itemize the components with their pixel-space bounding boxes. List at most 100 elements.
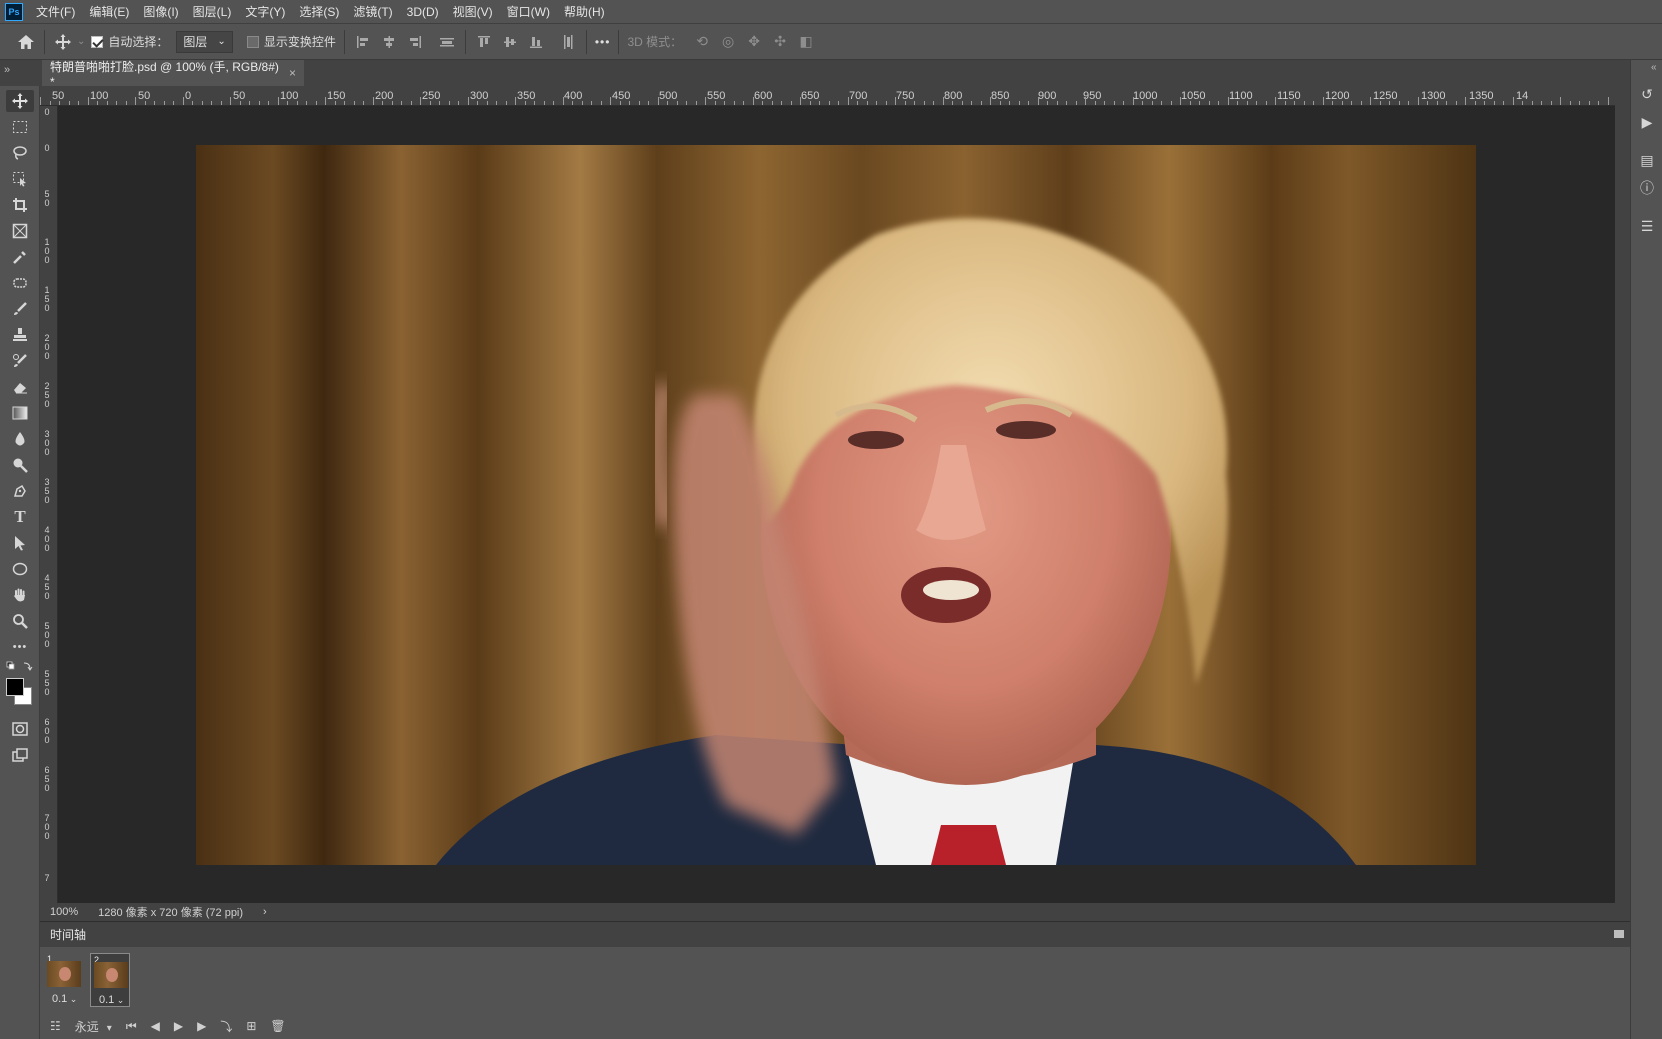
play-icon[interactable]: ▶ — [174, 1019, 183, 1033]
menu-layer[interactable]: 图层(L) — [186, 0, 239, 24]
type-icon[interactable]: T — [6, 506, 34, 528]
3d-orbit-icon[interactable]: ⟲ — [692, 29, 712, 55]
eraser-icon[interactable] — [6, 376, 34, 398]
expand-panels-icon[interactable]: « — [1651, 62, 1657, 73]
properties-icon[interactable]: ☰ — [1637, 216, 1657, 236]
stamp-icon[interactable] — [6, 324, 34, 346]
panel-menu-icon[interactable] — [1614, 930, 1624, 938]
3d-roll-icon[interactable]: ◎ — [718, 29, 738, 55]
convert-timeline-icon[interactable]: ☷ — [50, 1019, 61, 1033]
info-icon[interactable]: ⓘ — [1637, 178, 1657, 198]
ruler-tick — [876, 101, 877, 105]
auto-select-checkbox[interactable] — [91, 35, 104, 48]
blur-icon[interactable] — [6, 428, 34, 450]
menu-filter[interactable]: 滤镜(T) — [346, 0, 399, 24]
ellipse-icon[interactable] — [6, 558, 34, 580]
ruler-v-label: 7 0 0 — [44, 813, 50, 841]
ruler-tick — [40, 97, 41, 105]
swap-colors-icon[interactable] — [6, 660, 34, 674]
3d-slide-icon[interactable]: ✣ — [770, 29, 790, 55]
menu-window[interactable]: 窗口(W) — [500, 0, 557, 24]
close-icon[interactable]: × — [289, 66, 296, 80]
show-transform-checkbox[interactable] — [246, 35, 259, 48]
screen-mode-icon[interactable] — [6, 744, 34, 766]
first-frame-icon[interactable]: ⏮ — [126, 1019, 137, 1034]
delete-frame-icon[interactable]: 🗑 — [270, 1019, 285, 1033]
chevron-down-icon[interactable]: ⌄ — [77, 36, 85, 47]
auto-select-target-dropdown[interactable]: 图层 ⌄ — [176, 30, 233, 53]
zoom-icon[interactable] — [6, 610, 34, 632]
brush-icon[interactable] — [6, 298, 34, 320]
ruler-v-label: 5 0 0 — [44, 621, 50, 649]
align-middle-v-icon[interactable] — [500, 29, 520, 55]
menu-view[interactable]: 视图(V) — [446, 0, 500, 24]
3d-pan-icon[interactable]: ✥ — [744, 29, 764, 55]
eyedropper-icon[interactable] — [6, 246, 34, 268]
ruler-tick — [619, 101, 621, 105]
vertical-ruler: 0 0 5 0 1 0 0 1 5 0 2 0 0 2 5 0 3 0 0 3 5 0 4 0 0… — [40, 106, 58, 903]
align-center-h-icon[interactable] — [379, 29, 399, 55]
libraries-icon[interactable]: ▤ — [1637, 150, 1657, 170]
crop-icon[interactable] — [6, 194, 34, 216]
menu-image[interactable]: 图像(I) — [136, 0, 185, 24]
path-select-icon[interactable] — [6, 532, 34, 554]
document-image[interactable] — [196, 145, 1476, 865]
hand-icon[interactable] — [6, 584, 34, 606]
menu-file[interactable]: 文件(F) — [29, 0, 82, 24]
actions-icon[interactable]: ▶ — [1637, 112, 1657, 132]
align-top-icon[interactable] — [474, 29, 494, 55]
ruler-tick — [1189, 101, 1191, 105]
menu-help[interactable]: 帮助(H) — [557, 0, 612, 24]
history-icon[interactable]: ↺ — [1637, 84, 1657, 104]
more-options-button[interactable]: ••• — [595, 35, 611, 49]
ruler-tick — [1493, 101, 1495, 105]
pen-icon[interactable] — [6, 480, 34, 502]
home-icon[interactable] — [16, 29, 36, 55]
timeline-frame-2[interactable]: 2 0.1 ⌄ — [90, 953, 130, 1007]
marquee-icon[interactable] — [6, 116, 34, 138]
menu-edit[interactable]: 编辑(E) — [82, 0, 136, 24]
dodge-icon[interactable] — [6, 454, 34, 476]
ruler-tick — [1569, 101, 1571, 105]
foreground-color-swatch[interactable] — [6, 678, 24, 696]
distribute-v-icon[interactable] — [558, 29, 578, 55]
history-brush-icon[interactable] — [6, 350, 34, 372]
ruler-tick — [448, 101, 450, 105]
menu-type[interactable]: 文字(Y) — [238, 0, 292, 24]
distribute-icon[interactable] — [437, 29, 457, 55]
gradient-icon[interactable] — [6, 402, 34, 424]
duplicate-frame-icon[interactable]: ⊞ — [246, 1019, 256, 1033]
tween-icon[interactable]: ⤵ — [220, 1018, 232, 1035]
ruler-tick — [819, 101, 820, 105]
ruler-tick — [116, 101, 117, 105]
timeline-title[interactable]: 时间轴 — [50, 926, 86, 943]
frame-delay[interactable]: 0.1 ⌄ — [52, 993, 77, 1005]
lasso-icon[interactable] — [6, 142, 34, 164]
frame-icon[interactable] — [6, 220, 34, 242]
move-icon[interactable] — [6, 90, 34, 112]
frame-delay[interactable]: 0.1 ⌄ — [99, 994, 124, 1006]
3d-camera-icon[interactable]: ◧ — [796, 29, 816, 55]
timeline-frame-1[interactable]: 1 0.1 ⌄ — [44, 953, 84, 1007]
object-select-icon[interactable] — [6, 168, 34, 190]
document-tab[interactable]: 特朗普啪啪打脸.psd @ 100% (手, RGB/8#) * × — [42, 60, 304, 89]
color-swatches[interactable] — [6, 678, 36, 708]
next-frame-icon[interactable]: ▶ — [197, 1019, 206, 1033]
vertical-scrollbar[interactable] — [1615, 86, 1630, 903]
more-tools-icon[interactable]: ••• — [6, 636, 34, 658]
ruler-tick — [1465, 97, 1466, 105]
menu-3d[interactable]: 3D(D) — [400, 0, 446, 24]
quick-mask-icon[interactable] — [6, 718, 34, 740]
status-menu-arrow[interactable]: › — [263, 906, 267, 918]
move-tool-preset-icon[interactable] — [53, 29, 73, 55]
align-left-icon[interactable] — [353, 29, 373, 55]
align-bottom-icon[interactable] — [526, 29, 546, 55]
collapse-panel-icon[interactable]: » — [4, 64, 10, 76]
chevron-down-icon: ⌄ — [114, 995, 125, 1005]
zoom-level[interactable]: 100% — [50, 906, 78, 918]
previous-frame-icon[interactable]: ◀ — [151, 1019, 160, 1033]
patch-icon[interactable] — [6, 272, 34, 294]
loop-dropdown[interactable]: 永远 ▾ — [75, 1018, 112, 1035]
align-right-icon[interactable] — [405, 29, 425, 55]
menu-select[interactable]: 选择(S) — [292, 0, 346, 24]
